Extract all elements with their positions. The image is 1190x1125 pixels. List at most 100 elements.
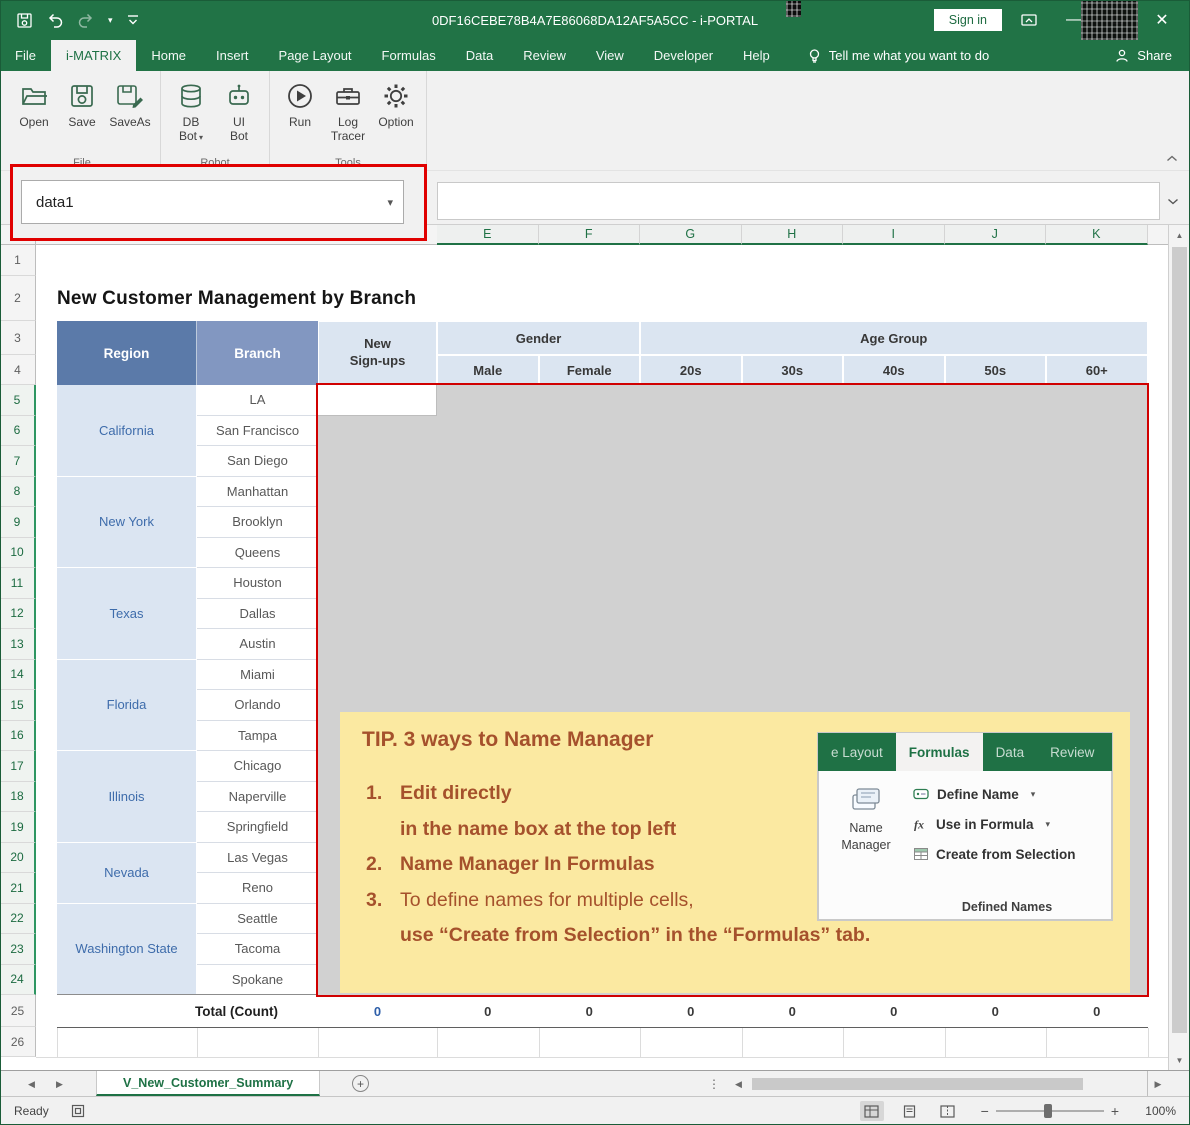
active-cell[interactable]: [318, 385, 437, 416]
name-box[interactable]: data1 ▾: [21, 180, 404, 224]
column-header-I[interactable]: I: [843, 225, 945, 245]
ribbon-button-run[interactable]: Run: [276, 76, 324, 129]
redo-icon[interactable]: [77, 12, 95, 28]
zoom-slider[interactable]: [996, 1110, 1104, 1112]
zoom-slider-handle[interactable]: [1044, 1104, 1052, 1118]
column-header-J[interactable]: J: [945, 225, 1047, 245]
row-header-3[interactable]: 3: [0, 321, 36, 355]
scroll-down-icon[interactable]: ▼: [1169, 1050, 1190, 1070]
row-header-12[interactable]: 12: [0, 599, 36, 630]
ribbon-button-open[interactable]: Open: [10, 76, 58, 129]
row-header-22[interactable]: 22: [0, 904, 36, 935]
branch-cell-brooklyn[interactable]: Brooklyn: [197, 507, 318, 538]
sheet-nav-left-icon[interactable]: ◀: [28, 1071, 35, 1097]
row-header-4[interactable]: 4: [0, 355, 36, 385]
region-cell-texas[interactable]: Texas: [57, 568, 197, 660]
row-header-2[interactable]: 2: [0, 276, 36, 321]
ribbon-tab-insert[interactable]: Insert: [201, 40, 264, 71]
collapse-ribbon-icon[interactable]: [1166, 155, 1178, 162]
row-header-16[interactable]: 16: [0, 721, 36, 752]
row-header-23[interactable]: 23: [0, 934, 36, 965]
row-header-11[interactable]: 11: [0, 568, 36, 599]
region-cell-nevada[interactable]: Nevada: [57, 843, 197, 904]
tell-me-box[interactable]: Tell me what you want to do: [807, 40, 989, 71]
customize-qat-icon[interactable]: [126, 14, 140, 26]
branch-cell-springfield[interactable]: Springfield: [197, 812, 318, 843]
branch-cell-san-diego[interactable]: San Diego: [197, 446, 318, 477]
branch-cell-reno[interactable]: Reno: [197, 873, 318, 904]
region-cell-florida[interactable]: Florida: [57, 660, 197, 752]
add-sheet-button[interactable]: +: [352, 1075, 369, 1092]
column-header-F[interactable]: F: [539, 225, 641, 245]
ribbon-tab-developer[interactable]: Developer: [639, 40, 728, 71]
sheet-nav-right-icon[interactable]: ▶: [56, 1071, 63, 1097]
formula-bar-input[interactable]: [437, 182, 1160, 220]
row-header-6[interactable]: 6: [0, 416, 36, 447]
ribbon-button-ui-bot[interactable]: UI Bot: [215, 76, 263, 144]
page-break-view-button[interactable]: [936, 1101, 960, 1121]
branch-cell-tampa[interactable]: Tampa: [197, 721, 318, 752]
undo-icon[interactable]: [46, 12, 64, 28]
ribbon-tab-data[interactable]: Data: [451, 40, 508, 71]
region-cell-california[interactable]: California: [57, 385, 197, 477]
ribbon-tab-review[interactable]: Review: [508, 40, 581, 71]
inset-command-define-name[interactable]: Define Name▾: [913, 779, 1105, 809]
row-header-7[interactable]: 7: [0, 446, 36, 477]
ribbon-display-options-icon[interactable]: [1020, 12, 1038, 28]
branch-cell-houston[interactable]: Houston: [197, 568, 318, 599]
row-header-5[interactable]: 5: [0, 385, 36, 416]
branch-cell-dallas[interactable]: Dallas: [197, 599, 318, 630]
zoom-level[interactable]: 100%: [1134, 1104, 1176, 1118]
row-header-20[interactable]: 20: [0, 843, 36, 874]
normal-view-button[interactable]: [860, 1101, 884, 1121]
zoom-in-icon[interactable]: +: [1111, 1103, 1119, 1119]
row-header-26[interactable]: 26: [0, 1027, 36, 1057]
ribbon-button-save[interactable]: Save: [58, 76, 106, 129]
ribbon-tab-home[interactable]: Home: [136, 40, 201, 71]
ribbon-tab-help[interactable]: Help: [728, 40, 785, 71]
sheet-tab[interactable]: V_New_Customer_Summary: [96, 1071, 320, 1096]
inset-command-use-in-formula[interactable]: fxUse in Formula▾: [913, 809, 1105, 839]
branch-cell-san-francisco[interactable]: San Francisco: [197, 416, 318, 447]
inset-command-create-from-selection[interactable]: Create from Selection: [913, 839, 1105, 869]
column-header-H[interactable]: H: [742, 225, 844, 245]
region-cell-washington-state[interactable]: Washington State: [57, 904, 197, 996]
zoom-out-icon[interactable]: −: [981, 1103, 989, 1119]
branch-cell-queens[interactable]: Queens: [197, 538, 318, 569]
scroll-up-icon[interactable]: ▲: [1169, 225, 1190, 245]
macro-record-icon[interactable]: [71, 1104, 85, 1118]
row-header-21[interactable]: 21: [0, 873, 36, 904]
formula-bar-expand-icon[interactable]: [1162, 182, 1184, 220]
row-header-14[interactable]: 14: [0, 660, 36, 691]
branch-cell-austin[interactable]: Austin: [197, 629, 318, 660]
row-header-9[interactable]: 9: [0, 507, 36, 538]
close-button[interactable]: ✕: [1140, 0, 1184, 40]
branch-cell-miami[interactable]: Miami: [197, 660, 318, 691]
column-header-K[interactable]: K: [1046, 225, 1148, 245]
column-header-G[interactable]: G: [640, 225, 742, 245]
branch-cell-la[interactable]: LA: [197, 385, 318, 416]
h-scroll-right-button[interactable]: ▶: [1147, 1071, 1168, 1097]
ribbon-tab-page-layout[interactable]: Page Layout: [264, 40, 367, 71]
ribbon-button-option[interactable]: Option: [372, 76, 420, 129]
h-scroll-left-icon[interactable]: ◀: [735, 1071, 742, 1097]
horizontal-scroll-thumb[interactable]: [752, 1078, 1083, 1090]
branch-cell-naperville[interactable]: Naperville: [197, 782, 318, 813]
branch-cell-manhattan[interactable]: Manhattan: [197, 477, 318, 508]
name-box-dropdown-icon[interactable]: ▾: [387, 196, 393, 209]
ribbon-tab-i-matrix[interactable]: i-MATRIX: [51, 40, 136, 71]
branch-cell-las-vegas[interactable]: Las Vegas: [197, 843, 318, 874]
ribbon-tab-view[interactable]: View: [581, 40, 639, 71]
ribbon-button-saveas[interactable]: SaveAs: [106, 76, 154, 129]
column-header-E[interactable]: E: [437, 225, 539, 245]
ribbon-button-db-bot[interactable]: DB Bot▾: [167, 76, 215, 144]
row-header-13[interactable]: 13: [0, 629, 36, 660]
row-header-25[interactable]: 25: [0, 995, 36, 1027]
save-icon[interactable]: [16, 12, 33, 29]
row-header-8[interactable]: 8: [0, 477, 36, 508]
branch-cell-orlando[interactable]: Orlando: [197, 690, 318, 721]
row-header-17[interactable]: 17: [0, 751, 36, 782]
branch-cell-chicago[interactable]: Chicago: [197, 751, 318, 782]
row-header-1[interactable]: 1: [0, 245, 36, 276]
ribbon-tab-formulas[interactable]: Formulas: [367, 40, 451, 71]
